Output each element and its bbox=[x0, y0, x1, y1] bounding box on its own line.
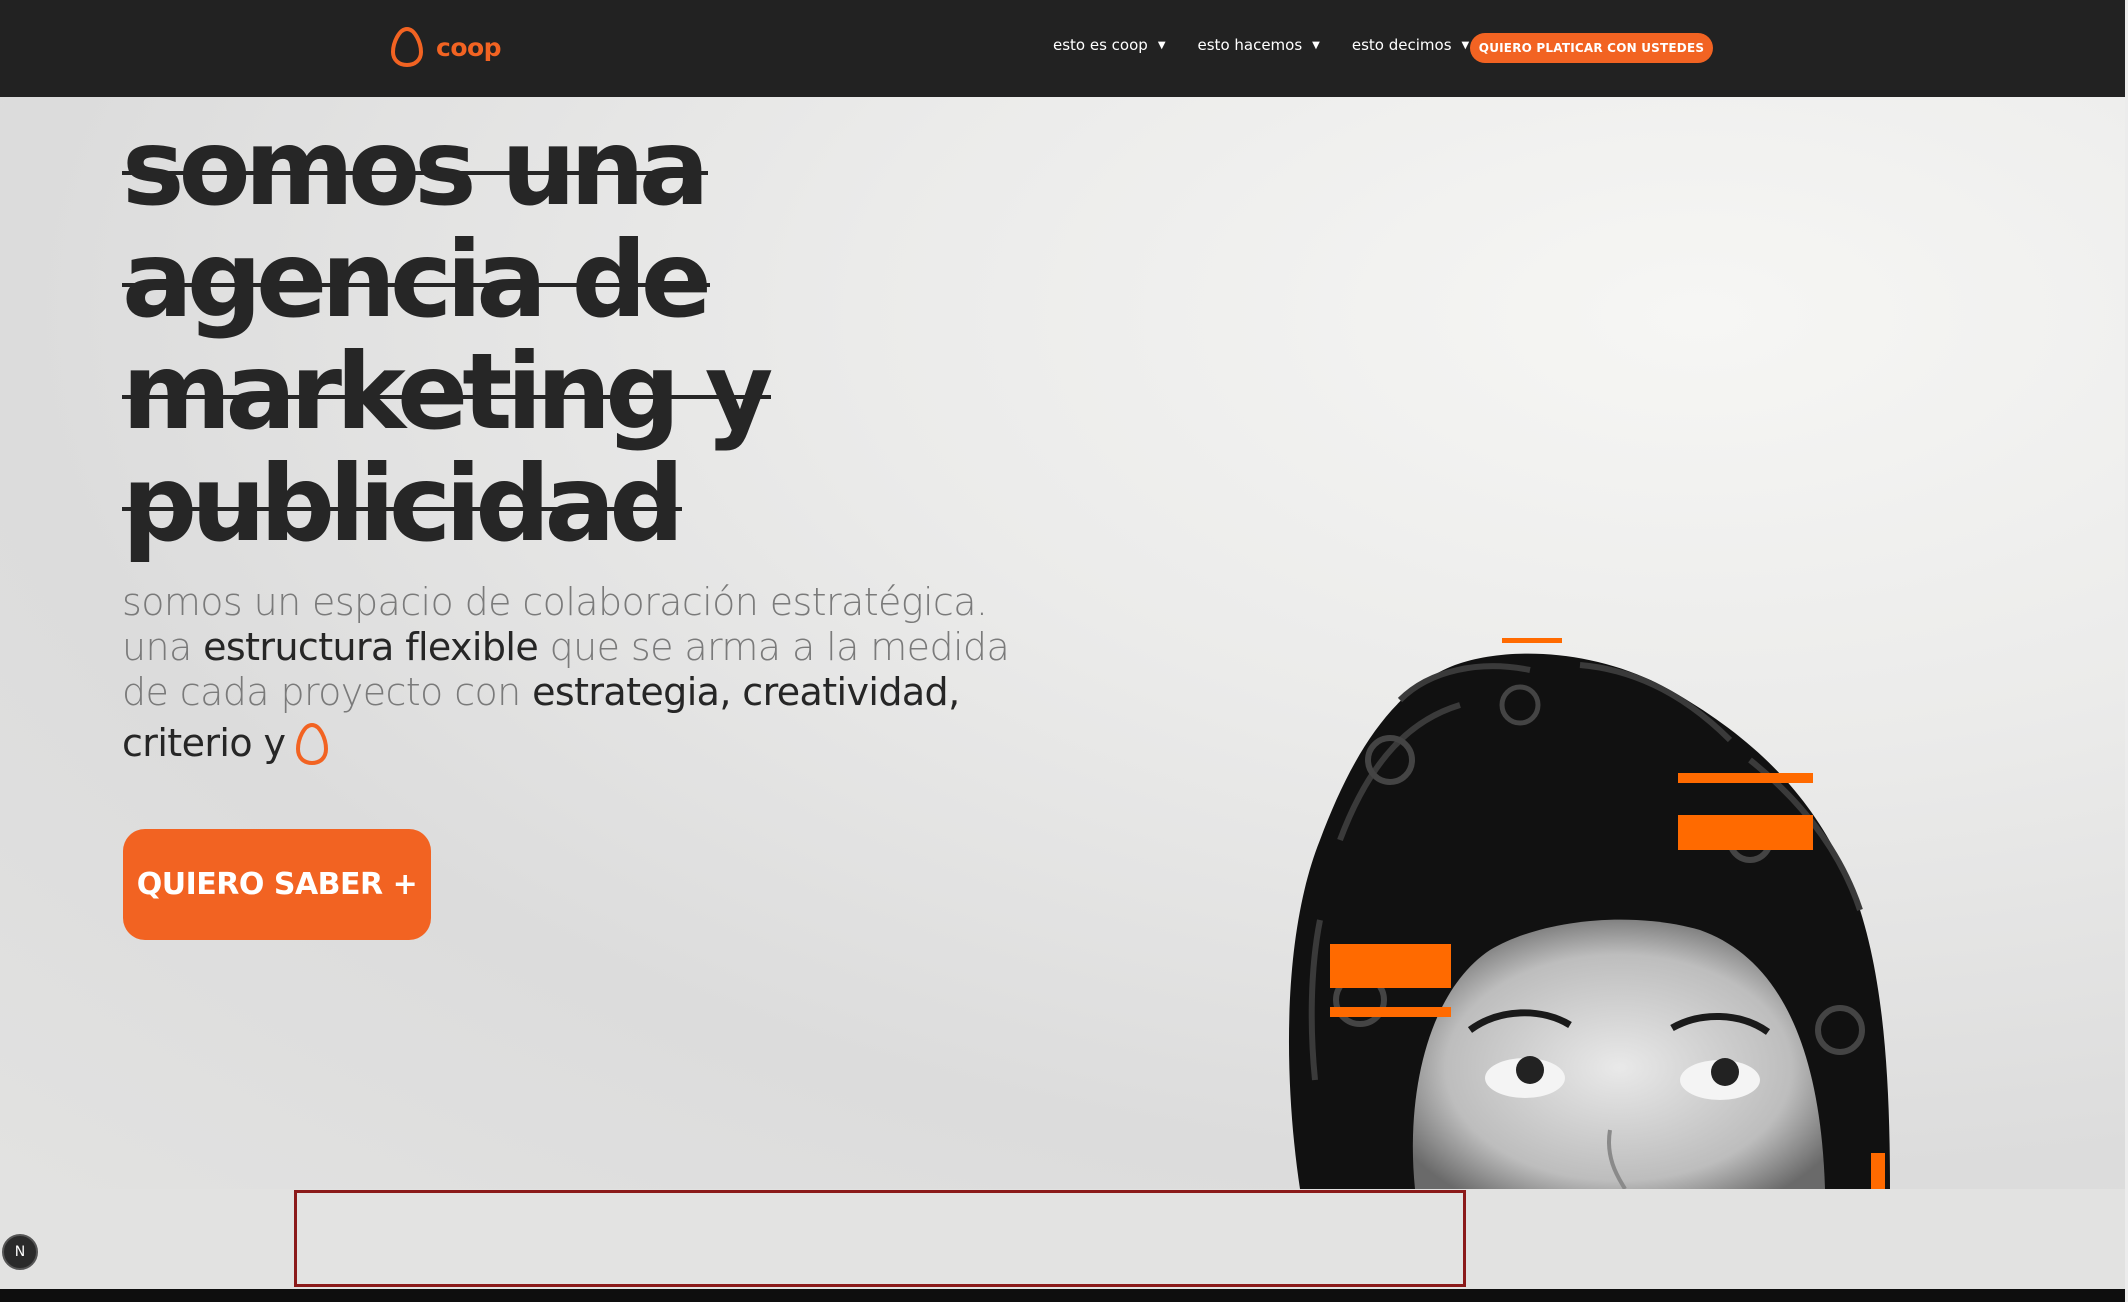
orange-accent-bar bbox=[1678, 773, 1813, 783]
nav-item-label: esto es coop bbox=[1053, 36, 1148, 54]
orange-accent-bar bbox=[1871, 1153, 1885, 1189]
egg-logo-icon bbox=[390, 26, 424, 68]
desc-line: somos un espacio de colaboración estraté… bbox=[122, 580, 988, 624]
top-navbar: coop esto es coop ▼ esto hacemos ▼ esto … bbox=[0, 0, 2125, 97]
nav-item-esto-decimos[interactable]: esto decimos ▼ bbox=[1352, 36, 1469, 54]
nav-item-esto-es-coop[interactable]: esto es coop ▼ bbox=[1053, 36, 1166, 54]
hero-portrait-image bbox=[1280, 610, 1930, 1190]
logo-text: coop bbox=[436, 32, 502, 62]
heading-line: marketing y bbox=[122, 331, 773, 453]
heading-line: publicidad bbox=[122, 443, 684, 565]
hero-heading: somos una agencia de marketing y publici… bbox=[122, 112, 922, 560]
heading-line: somos una bbox=[122, 107, 710, 229]
bottom-strip bbox=[0, 1289, 2128, 1302]
contact-cta-button[interactable]: QUIERO PLATICAR CON USTEDES bbox=[1470, 33, 1713, 63]
desc-line: criterio y bbox=[122, 721, 1022, 777]
caret-down-icon: ▼ bbox=[1461, 39, 1470, 51]
egg-icon bbox=[293, 721, 331, 777]
nav-item-esto-hacemos[interactable]: esto hacemos ▼ bbox=[1198, 36, 1320, 54]
ad-placeholder bbox=[294, 1190, 1466, 1287]
caret-down-icon: ▼ bbox=[1157, 39, 1166, 51]
hero-description: somos un espacio de colaboración estraté… bbox=[122, 580, 1022, 777]
orange-accent-bar bbox=[1678, 815, 1813, 850]
orange-accent-bar bbox=[1330, 944, 1451, 988]
page: coop esto es coop ▼ esto hacemos ▼ esto … bbox=[0, 0, 2128, 1302]
logo-link[interactable]: coop bbox=[390, 26, 502, 68]
desc-line: una estructura flexible que se arma a la… bbox=[122, 625, 1010, 669]
caret-down-icon: ▼ bbox=[1312, 39, 1320, 51]
main-nav: esto es coop ▼ esto hacemos ▼ esto decim… bbox=[1053, 36, 1469, 54]
heading-line: agencia de bbox=[122, 219, 712, 341]
nav-item-label: esto hacemos bbox=[1197, 36, 1303, 54]
nav-item-label: esto decimos bbox=[1351, 36, 1452, 54]
learn-more-button[interactable]: QUIERO SABER + bbox=[123, 829, 431, 940]
desc-line: de cada proyecto con estrategia, creativ… bbox=[122, 670, 960, 714]
n-badge-button[interactable]: N bbox=[2, 1234, 38, 1270]
orange-accent-bar bbox=[1502, 638, 1562, 643]
orange-accent-bar bbox=[1330, 1007, 1451, 1017]
